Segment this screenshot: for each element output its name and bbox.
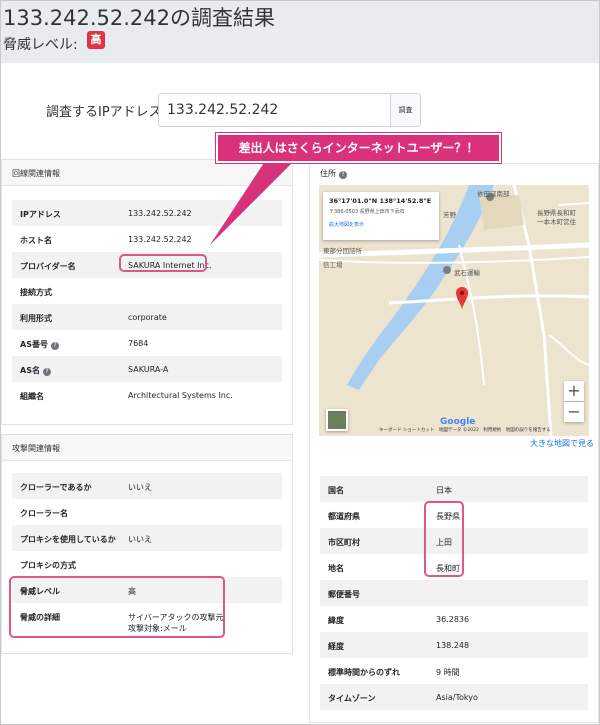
- google-logo: Google: [440, 417, 476, 427]
- row-key: 郵便番号: [328, 590, 360, 599]
- satellite-toggle-thumbnail[interactable]: [326, 409, 348, 431]
- address-card-header: 住所?: [320, 168, 347, 179]
- table-row: 標準時間からのずれ 9 時間: [320, 658, 588, 684]
- table-row: 緯度 36.2836: [320, 606, 588, 632]
- table-row: プロキシの方式: [12, 551, 282, 577]
- row-key: 都道府県: [328, 512, 360, 521]
- row-value: 7684: [128, 339, 149, 348]
- row-key: 緯度: [328, 616, 344, 625]
- row-key: プロバイダー名: [20, 262, 76, 271]
- network-info-card: 回線関連情報 IPアドレス 133.242.52.242 ホスト名 133.242.…: [1, 159, 293, 425]
- attack-card-title: 攻撃関連情報: [12, 444, 60, 453]
- page-title: 133.242.52.242の調査結果: [3, 6, 275, 30]
- table-row: 郵便番号: [320, 580, 588, 606]
- table-row: クローラーであるか いいえ: [12, 473, 282, 499]
- row-key: 接続方式: [20, 288, 52, 297]
- table-row: 接続方式: [12, 278, 282, 304]
- page-frame: 133.242.52.242の調査結果 脅威レベル: 高 調査するIPアドレス …: [0, 0, 600, 725]
- table-row: 経度 138.248: [320, 632, 588, 658]
- row-key: プロキシの方式: [20, 561, 76, 570]
- row-value: 36.2836: [436, 615, 470, 624]
- map-view[interactable]: 依田窪南部 長野県長和町 一本木町営住 芳野 東部分団詰所 信工場 武石運輸 3…: [319, 185, 589, 436]
- map-place-label: 東部分団詰所: [323, 247, 362, 255]
- table-row: AS番号? 7684: [12, 330, 282, 356]
- attack-card-header: 攻撃関連情報: [2, 435, 292, 461]
- row-key: IPアドレス: [20, 210, 61, 219]
- provider-highlight: [119, 254, 207, 272]
- network-card-title: 回線関連情報: [12, 169, 60, 178]
- row-key: クローラーであるか: [20, 483, 92, 492]
- zoom-out-button[interactable]: −: [564, 402, 584, 422]
- table-row: 国名 日本: [320, 476, 588, 502]
- map-place-label: 武石運輸: [454, 269, 480, 277]
- map-place-label: 依田窪南部: [477, 190, 510, 198]
- row-value: 9 時間: [436, 668, 460, 677]
- address-card: 住所? 依田窪南部 長野県長和町 一本木町営住 芳野 東部分団詰所 信工場 武石…: [309, 163, 599, 723]
- row-value: 日本: [436, 486, 452, 495]
- row-key: 市区町村: [328, 538, 360, 547]
- map-info-box: 36°17'01.0"N 138°14'52.8"E 〒386-0503 長野県…: [323, 192, 439, 240]
- row-key: 国名: [328, 486, 344, 495]
- help-icon[interactable]: ?: [339, 171, 347, 179]
- table-row: ホスト名 133.242.52.242: [12, 226, 282, 252]
- help-icon[interactable]: ?: [42, 368, 51, 376]
- zoom-in-button[interactable]: +: [564, 381, 584, 401]
- bigger-map-link[interactable]: 大きな地図で見る: [530, 438, 594, 449]
- row-key: 標準時間からのずれ: [328, 668, 400, 677]
- row-key: タイムゾーン: [328, 694, 376, 703]
- row-key: ホスト名: [20, 236, 52, 245]
- row-value: 138.248: [436, 641, 470, 650]
- ip-search-input[interactable]: [158, 93, 391, 127]
- search-button[interactable]: 調査: [390, 93, 421, 127]
- map-address: 〒386-0503 長野県上田市下武石: [329, 209, 405, 215]
- row-value: いいえ: [128, 535, 152, 544]
- row-value: corporate: [128, 313, 167, 322]
- row-value: SAKURA-A: [128, 365, 169, 374]
- threat-highlight: [9, 576, 225, 638]
- threat-level-badge: 高: [87, 31, 105, 49]
- row-key: クローラー名: [20, 509, 68, 518]
- row-key: 利用形式: [20, 314, 52, 323]
- table-row: IPアドレス 133.242.52.242: [12, 200, 282, 226]
- map-place-label: 一本木町営住: [537, 218, 576, 226]
- row-key: AS名?: [20, 365, 51, 376]
- row-key: 組織名: [20, 392, 44, 401]
- callout-note: 差出人はさくらインターネットユーザー？！: [216, 133, 501, 163]
- ip-search-label: 調査するIPアドレス: [46, 105, 162, 120]
- row-value: 133.242.52.242: [128, 235, 192, 244]
- map-coordinates: 36°17'01.0"N 138°14'52.8"E: [329, 197, 432, 205]
- location-highlight: [424, 501, 464, 577]
- map-footer: キーボード ショートカット 地図データ ©2022 利用規約 地図の誤りを報告す…: [379, 428, 551, 433]
- table-row: AS名? SAKURA-A: [12, 356, 282, 382]
- table-row: 利用形式 corporate: [12, 304, 282, 330]
- address-card-title: 住所: [320, 169, 336, 178]
- table-row: プロキシを使用しているか いいえ: [12, 525, 282, 551]
- row-value: 133.242.52.242: [128, 209, 192, 218]
- row-key: プロキシを使用しているか: [20, 535, 116, 544]
- row-value: Architectural Systems Inc.: [128, 391, 233, 400]
- page-header: 133.242.52.242の調査結果 脅威レベル: 高: [1, 1, 599, 63]
- map-place-label: 信工場: [323, 261, 343, 269]
- row-value: いいえ: [128, 483, 152, 492]
- network-card-header: 回線関連情報: [2, 160, 292, 186]
- map-place-label: 芳野: [443, 211, 456, 219]
- table-row: タイムゾーン Asia/Tokyo: [320, 684, 588, 710]
- enlarge-map-link[interactable]: 拡大地図を表示: [329, 221, 433, 228]
- help-icon[interactable]: ?: [50, 342, 59, 350]
- table-row: 組織名 Architectural Systems Inc.: [12, 382, 282, 408]
- row-value: Asia/Tokyo: [436, 693, 478, 702]
- row-key: AS番号?: [20, 339, 59, 350]
- threat-level-label: 脅威レベル:: [3, 37, 78, 53]
- row-key: 地名: [328, 564, 344, 573]
- row-key: 経度: [328, 642, 344, 651]
- table-row: クローラー名: [12, 499, 282, 525]
